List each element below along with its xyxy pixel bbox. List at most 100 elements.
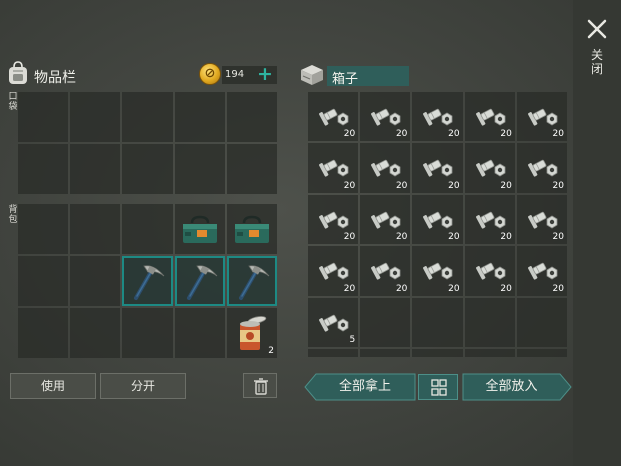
- backpack-slot[interactable]: [174, 204, 225, 254]
- backpack-slot[interactable]: [174, 308, 225, 358]
- item-quantity: 2: [268, 346, 274, 356]
- item-quantity: 20: [552, 283, 564, 294]
- box-slot[interactable]: 20: [360, 194, 411, 245]
- box-slot[interactable]: 20: [516, 143, 567, 193]
- take-all-label: 全部拿上: [338, 379, 391, 394]
- pocket-slot[interactable]: [122, 92, 173, 142]
- item-quantity: 20: [343, 232, 356, 243]
- pocket-grid: [18, 92, 277, 194]
- box-grid: 20 20 20 20 20 20 20 20 20 20 20 20 20 20 20 20 20 20 20 20…: [308, 92, 567, 347]
- backpack-slot[interactable]: [70, 204, 121, 254]
- item-quantity: 20: [500, 283, 512, 294]
- box-slot[interactable]: [516, 349, 567, 357]
- item-quantity: 20: [448, 232, 460, 243]
- item-quantity: 20: [343, 129, 356, 140]
- box-name: 箱子: [332, 72, 359, 87]
- sort-icon: [431, 379, 447, 396]
- box-slot[interactable]: 20: [464, 194, 515, 245]
- box-slot[interactable]: [516, 297, 567, 347]
- box-slot[interactable]: [308, 349, 359, 357]
- close-label[interactable]: 关闭: [590, 48, 604, 76]
- box-grid-overflow: [308, 349, 567, 357]
- backpack-slot[interactable]: [226, 256, 277, 306]
- box-slot[interactable]: [360, 297, 411, 347]
- box-slot[interactable]: 20: [308, 194, 359, 245]
- box-slot[interactable]: [464, 297, 515, 347]
- coin-count: 194: [225, 69, 245, 80]
- pocket-slot[interactable]: [70, 92, 121, 142]
- pocket-slot[interactable]: [226, 92, 277, 142]
- backpack-slot[interactable]: [122, 204, 173, 254]
- box-slot[interactable]: 20: [308, 143, 359, 193]
- backpack-slot[interactable]: [122, 256, 173, 306]
- close-icon: [587, 19, 607, 39]
- backpack-slot[interactable]: [18, 204, 69, 254]
- use-button[interactable]: 使用: [10, 373, 96, 399]
- box-slot[interactable]: 20: [516, 194, 567, 245]
- item-quantity: 20: [500, 232, 512, 243]
- pocket-slot[interactable]: [18, 92, 69, 142]
- box-slot[interactable]: 20: [464, 92, 515, 142]
- box-icon: [298, 62, 326, 86]
- box-slot[interactable]: 20: [516, 246, 567, 296]
- pocket-slot[interactable]: [174, 144, 225, 194]
- box-slot[interactable]: 5: [308, 297, 359, 347]
- backpack-slot[interactable]: [18, 308, 69, 358]
- close-button[interactable]: [584, 16, 610, 42]
- pocket-slot[interactable]: [18, 144, 69, 194]
- item-quantity: 20: [395, 180, 408, 191]
- backpack-slot[interactable]: [18, 256, 69, 306]
- box-slot[interactable]: [412, 297, 463, 347]
- backpack-slot[interactable]: [174, 256, 225, 306]
- backpack-grid: 2: [18, 204, 277, 358]
- box-slot[interactable]: 20: [464, 143, 515, 193]
- pocket-slot[interactable]: [70, 144, 121, 194]
- box-slot[interactable]: 20: [360, 92, 411, 142]
- pocket-slot[interactable]: [226, 144, 277, 194]
- box-slot[interactable]: 20: [412, 143, 463, 193]
- item-quantity: 20: [395, 129, 408, 140]
- backpack-slot[interactable]: [226, 204, 277, 254]
- item-quantity: 20: [448, 180, 460, 191]
- box-slot[interactable]: [360, 349, 411, 357]
- inventory-title: 物品栏: [34, 70, 76, 86]
- trash-icon: [254, 378, 268, 395]
- backpack-slot[interactable]: [70, 308, 121, 358]
- item-quantity: 20: [500, 129, 512, 140]
- box-slot[interactable]: 20: [464, 246, 515, 296]
- box-slot[interactable]: 20: [412, 246, 463, 296]
- pocket-slot[interactable]: [174, 92, 225, 142]
- item-quantity: 20: [343, 283, 356, 294]
- box-slot[interactable]: [464, 349, 515, 357]
- put-all-button[interactable]: 全部放入: [462, 373, 572, 401]
- coin-icon: ⊘: [199, 63, 221, 85]
- add-coins-button[interactable]: +: [257, 64, 273, 84]
- split-button[interactable]: 分开: [100, 373, 186, 399]
- box-slot[interactable]: 20: [412, 92, 463, 142]
- trash-button[interactable]: [243, 373, 277, 398]
- backpack-slot[interactable]: [122, 308, 173, 358]
- put-all-label: 全部放入: [485, 379, 538, 394]
- take-all-button[interactable]: 全部拿上: [304, 373, 416, 401]
- pocket-label: 口袋: [8, 92, 18, 112]
- item-quantity: 20: [500, 180, 512, 191]
- item-quantity: 5: [349, 335, 356, 345]
- box-slot[interactable]: 20: [412, 194, 463, 245]
- box-slot[interactable]: 20: [516, 92, 567, 142]
- box-slot[interactable]: 20: [308, 246, 359, 296]
- pocket-slot[interactable]: [122, 144, 173, 194]
- item-quantity: 20: [448, 129, 460, 140]
- box-slot[interactable]: 20: [308, 92, 359, 142]
- sort-button[interactable]: [418, 374, 458, 400]
- backpack-slot[interactable]: 2: [226, 308, 277, 358]
- item-quantity: 20: [552, 129, 564, 140]
- box-slot[interactable]: 20: [360, 143, 411, 193]
- item-quantity: 20: [552, 232, 564, 243]
- backpack-slot[interactable]: [70, 256, 121, 306]
- item-quantity: 20: [343, 180, 356, 191]
- backpack-label: 背包: [8, 205, 18, 225]
- box-slot[interactable]: [412, 349, 463, 357]
- box-slot[interactable]: 20: [360, 246, 411, 296]
- item-quantity: 20: [395, 232, 408, 243]
- item-quantity: 20: [552, 180, 564, 191]
